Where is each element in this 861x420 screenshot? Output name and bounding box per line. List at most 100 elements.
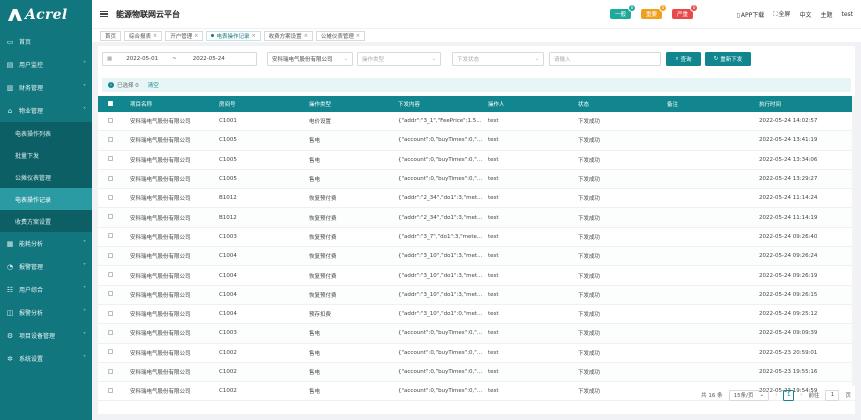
sidebar-item[interactable]: ▦ 能耗分析 ˅ <box>0 232 92 255</box>
table-row[interactable]: 安科瑞电气股份有限公司 C1004 预存扣费 {"addr":"3_10","do1"… <box>98 305 855 325</box>
company-select[interactable]: 安科瑞电气股份有限公司 ⌄ <box>267 52 353 66</box>
row-checkbox-cell[interactable] <box>98 117 126 125</box>
goto-page-input[interactable]: 1 <box>825 389 840 401</box>
row-checkbox-cell[interactable] <box>98 329 126 337</box>
tab[interactable]: 首页 <box>100 30 122 41</box>
table-row[interactable]: 安科瑞电气股份有限公司 C1004 恢复预付费 {"addr":"3_10","do1… <box>98 285 855 305</box>
table-cell: C1005 <box>219 176 237 183</box>
row-checkbox-cell[interactable] <box>98 349 126 356</box>
checkbox[interactable] <box>108 329 113 335</box>
search-button[interactable]: ⌕ 查询 <box>666 52 701 66</box>
user-name[interactable]: test <box>841 11 853 18</box>
table-row[interactable]: 安科瑞电气股份有限公司 C1003 售电 {"account":0,"buyTimes… <box>98 324 855 344</box>
sidebar-item[interactable]: ◫ 报警分析 ˅ <box>0 301 92 324</box>
close-icon[interactable]: × <box>194 33 198 39</box>
sidebar-item[interactable]: ⚙ 项目设备管理 ˅ <box>0 324 92 347</box>
checkbox[interactable] <box>108 368 113 374</box>
date-range-picker[interactable]: ▦ 2022-05-01 ~ 2022-05-24 <box>102 52 257 66</box>
close-icon[interactable]: × <box>251 33 255 39</box>
sidebar-subitem[interactable]: 收费方案设置 <box>0 210 92 232</box>
sidebar-subitem[interactable]: 电表操作记录 <box>0 188 92 210</box>
row-checkbox-cell[interactable] <box>98 252 126 260</box>
checkbox[interactable] <box>108 100 113 106</box>
tab[interactable]: 电表操作记录 × <box>206 30 261 41</box>
table-row[interactable]: 安科瑞电气股份有限公司 C1002 售电 {"account":0,"buyTimes… <box>98 344 855 363</box>
checkbox[interactable] <box>108 156 113 162</box>
table-row[interactable]: 安科瑞电气股份有限公司 B1012 恢复预付费 {"addr":"2_34","do1… <box>98 189 855 209</box>
sidebar-subitem[interactable]: 电表操作列表 <box>0 122 92 144</box>
tab[interactable]: 综合报表 × <box>124 30 163 41</box>
checkbox[interactable] <box>108 387 113 393</box>
table-row[interactable]: 安科瑞电气股份有限公司 B1012 恢复预付费 {"addr":"2_34","do1… <box>98 208 855 228</box>
app-download-button[interactable]: ▯APP下载 <box>737 10 765 19</box>
checkbox[interactable] <box>108 194 113 200</box>
next-page-button[interactable]: › <box>800 392 802 398</box>
checkbox[interactable] <box>108 233 113 239</box>
status-select[interactable]: 下发状态 ⌄ <box>452 52 544 66</box>
row-checkbox-cell[interactable] <box>98 136 126 144</box>
close-icon[interactable]: × <box>356 33 360 39</box>
page-tabs: 首页 综合报表 × 开户管理 × 电表操作记录 × 收费方案设置 × 公摊仪表管理 × <box>92 28 861 42</box>
table-row[interactable]: 安科瑞电气股份有限公司 C1004 恢复预付费 {"addr":"3_10","do1… <box>98 247 855 267</box>
table-scrollbar[interactable] <box>852 96 855 386</box>
table-row[interactable]: 安科瑞电气股份有限公司 C1002 售电 {"account":0,"buyTimes… <box>98 362 855 383</box>
close-icon[interactable]: × <box>304 33 308 39</box>
checkbox[interactable] <box>108 349 113 355</box>
language-switch[interactable]: 中文 <box>799 10 811 19</box>
table-row[interactable]: 安科瑞电气股份有限公司 C1004 恢复预付费 {"addr":"3_10","do1… <box>98 266 855 286</box>
prev-page-button[interactable]: ‹ <box>775 392 777 398</box>
op-type-select[interactable]: 操作类型 ⌄ <box>357 52 441 66</box>
sidebar-item[interactable]: ◔ 报警管理 ˅ <box>0 255 92 278</box>
alert-badge[interactable]: 一般 0 <box>610 4 637 19</box>
clear-selection-link[interactable]: 清空 <box>148 81 159 89</box>
sidebar-item[interactable]: ☷ 用户综合 ˅ <box>0 278 92 301</box>
checkbox[interactable] <box>108 214 113 220</box>
row-checkbox-cell[interactable] <box>98 233 126 240</box>
close-icon[interactable]: × <box>153 33 157 39</box>
table-row[interactable]: 安科瑞电气股份有限公司 C1003 恢复预付费 {"addr":"3_7","do1"… <box>98 228 855 248</box>
row-checkbox-cell[interactable] <box>98 368 126 376</box>
theme-switch[interactable]: 主题 <box>820 10 832 19</box>
table-cell: C1005 <box>219 137 237 144</box>
fullscreen-button[interactable]: ⛶全屏 <box>773 9 790 19</box>
sidebar-item[interactable]: ⌂ 物业管理 ˄ <box>0 99 92 122</box>
tab[interactable]: 收费方案设置 × <box>263 30 313 41</box>
sidebar-item[interactable]: ▭ 首页 <box>0 30 92 53</box>
sidebar-subitem[interactable]: 公摊仪表管理 <box>0 166 92 188</box>
row-checkbox-cell[interactable] <box>98 310 126 318</box>
sidebar-item[interactable]: ▤ 用户监控 ˅ <box>0 53 92 76</box>
alert-badge[interactable]: 重要 0 <box>641 4 668 19</box>
row-checkbox-cell[interactable] <box>98 194 126 202</box>
checkbox[interactable] <box>108 291 113 297</box>
select-all-checkbox[interactable] <box>98 100 126 108</box>
tab[interactable]: 公摊仪表管理 × <box>315 30 366 41</box>
row-checkbox-cell[interactable] <box>98 175 126 183</box>
page-size-select[interactable]: 15条/页 ⌄ <box>728 389 770 401</box>
menu-toggle-icon[interactable] <box>100 10 108 18</box>
row-checkbox-cell[interactable] <box>98 214 126 221</box>
checkbox[interactable] <box>108 272 113 278</box>
sidebar-subitem[interactable]: 批量下发 <box>0 144 92 166</box>
sidebar-item[interactable]: ✲ 系统设置 ˅ <box>0 347 92 370</box>
row-checkbox-cell[interactable] <box>98 272 126 279</box>
table-row[interactable]: 安科瑞电气股份有限公司 C1005 售电 {"account":0,"buyTimes… <box>98 169 855 190</box>
checkbox[interactable] <box>108 136 113 142</box>
row-checkbox-cell[interactable] <box>98 156 126 163</box>
table-row[interactable]: 安科瑞电气股份有限公司 C1005 售电 {"account":0,"buyTimes… <box>98 131 855 151</box>
row-checkbox-cell[interactable] <box>98 291 126 298</box>
meter-input[interactable]: 请输入 <box>549 52 661 66</box>
current-page[interactable]: 1 <box>783 389 795 401</box>
table-row[interactable]: 安科瑞电气股份有限公司 C1001 电价设置 {"addr":"3_1","FeePr… <box>98 112 855 132</box>
resend-button[interactable]: ↻ 重新下发 <box>705 52 751 66</box>
tab[interactable]: 开户管理 × <box>165 30 204 41</box>
sidebar-item[interactable]: ▥ 财务管理 ˅ <box>0 76 92 99</box>
checkbox[interactable] <box>108 117 113 123</box>
row-checkbox-cell[interactable] <box>98 387 126 395</box>
checkbox[interactable] <box>108 310 113 316</box>
table-row[interactable]: 安科瑞电气股份有限公司 C1005 售电 {"account":0,"buyTimes… <box>98 151 855 170</box>
checkbox[interactable] <box>108 252 113 258</box>
checkbox[interactable] <box>108 175 113 181</box>
table-cell: 恢复预付费 <box>309 273 337 280</box>
alert-badge[interactable]: 严重 0 <box>672 4 699 19</box>
table-cell: 下发成功 <box>578 234 601 241</box>
